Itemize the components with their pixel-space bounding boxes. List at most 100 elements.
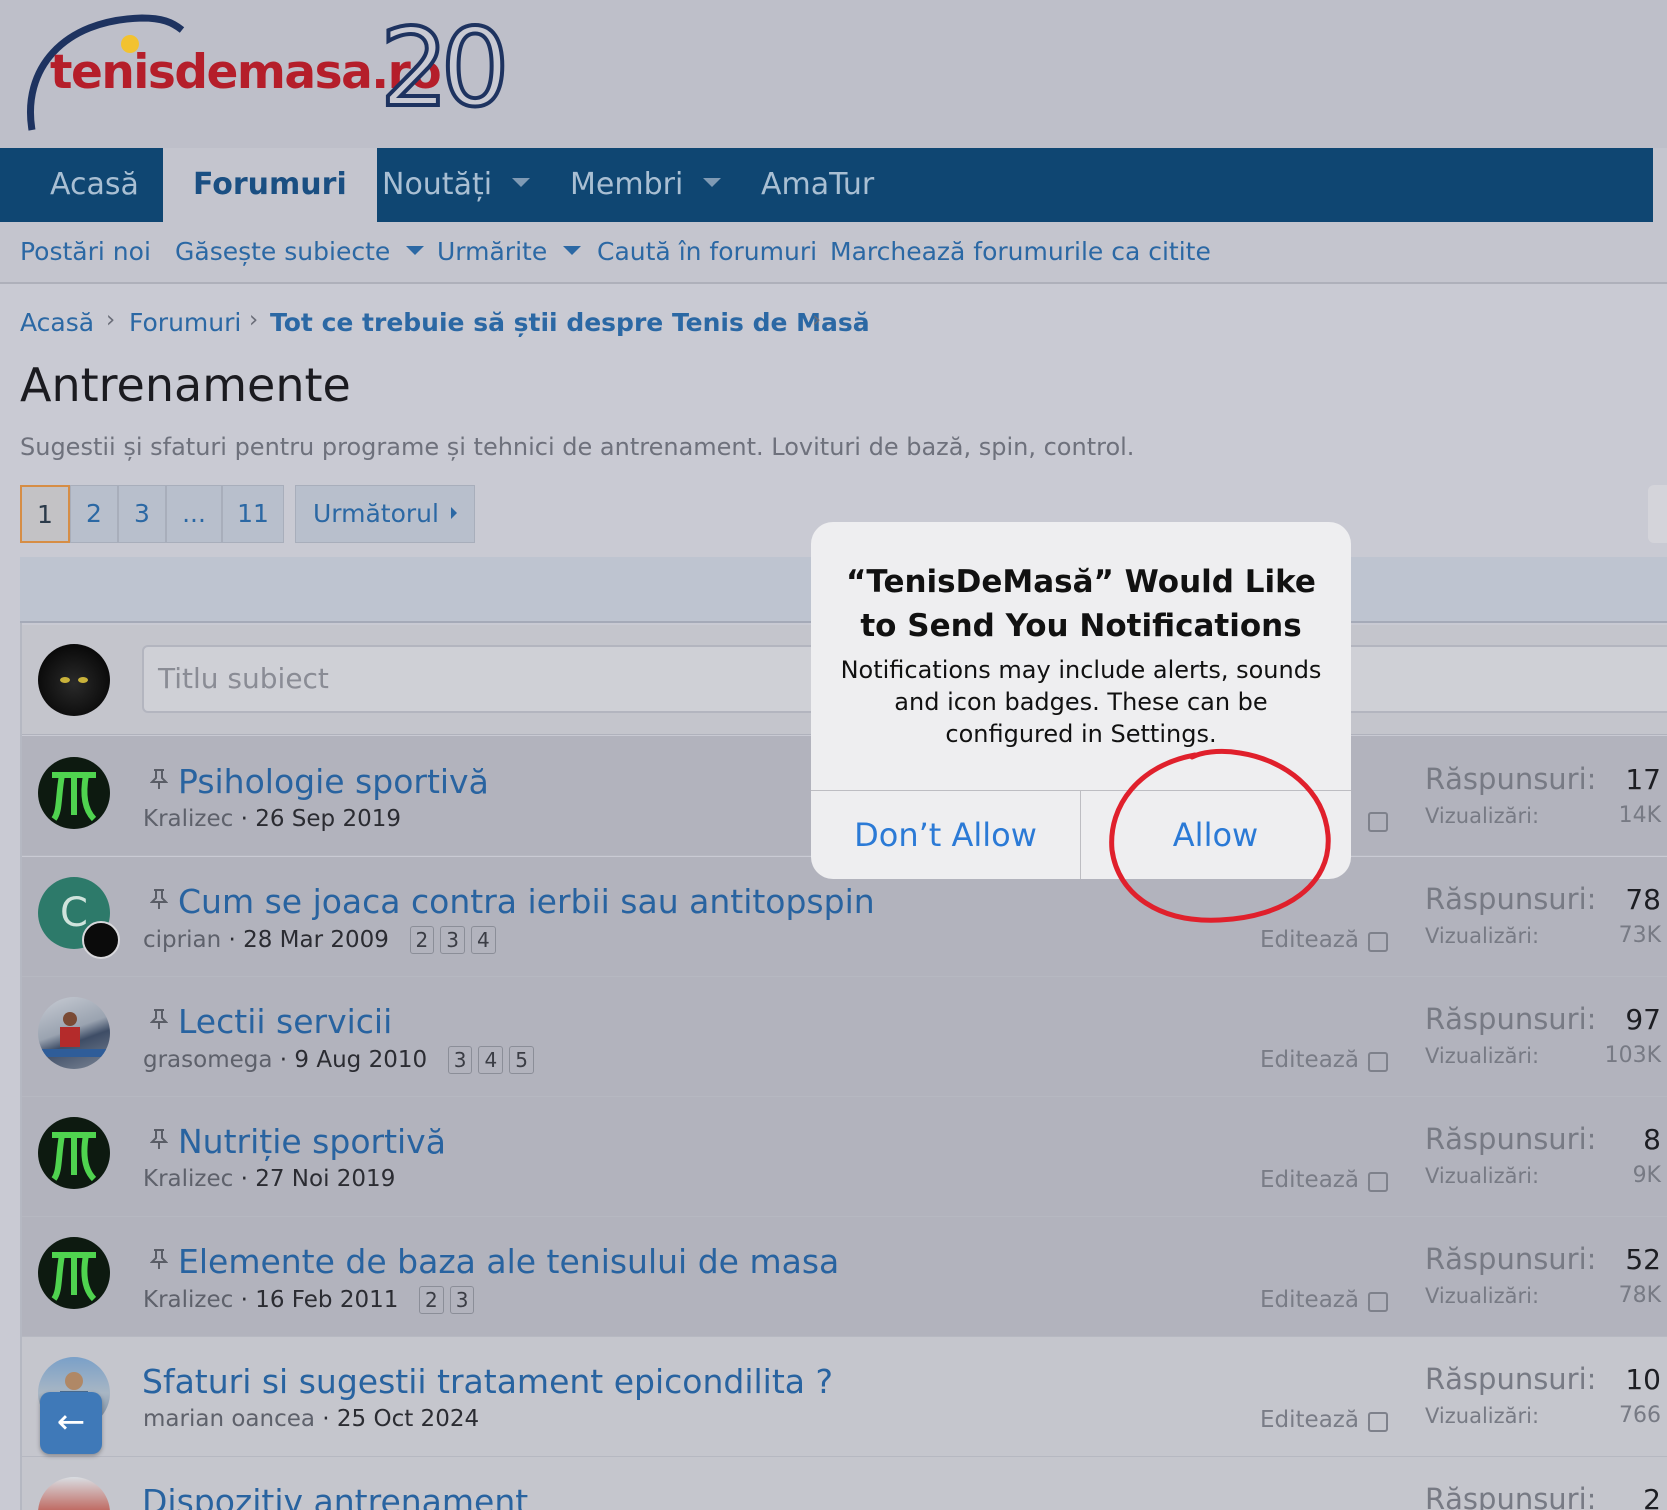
views-count: 73K <box>1618 923 1661 948</box>
thread-meta: marian oancea · 25 Oct 2024 <box>143 1406 480 1432</box>
breadcrumb-category[interactable]: Tot ce trebuie să știi despre Tenis de M… <box>270 308 870 337</box>
thread-page-link[interactable]: 3 <box>440 926 466 954</box>
thread-title-link[interactable]: Cum se joaca contra ierbii sau antitopsp… <box>150 882 875 921</box>
pin-icon <box>150 769 168 789</box>
page-jump-button[interactable] <box>1648 485 1667 543</box>
thread-author[interactable]: Kralizec <box>143 806 233 832</box>
nav-item-acasa[interactable]: Acasă <box>50 148 139 222</box>
avatar[interactable]: C <box>38 877 120 959</box>
avatar[interactable] <box>38 1237 110 1309</box>
subnav-gaseste-subiecte[interactable]: Găsește subiecte <box>175 237 425 266</box>
chevron-down-icon[interactable] <box>703 178 722 187</box>
subnav-urmarite[interactable]: Urmărite <box>437 237 582 266</box>
thread-author[interactable]: Kralizec <box>143 1287 233 1313</box>
next-page-button[interactable]: Următorul <box>295 485 475 543</box>
thread-date[interactable]: 26 Sep 2019 <box>255 806 401 832</box>
ttm-logo-icon <box>51 772 97 822</box>
nav-item-noutati[interactable]: Noutăți <box>382 148 531 222</box>
views-count: 9K <box>1632 1163 1661 1188</box>
chevron-down-icon[interactable] <box>512 178 531 187</box>
subnav-label: Urmărite <box>437 237 548 266</box>
subnav-cauta[interactable]: Caută în forumuri <box>597 237 817 266</box>
thread-meta: grasomega · 9 Aug 2010 345 <box>143 1046 534 1074</box>
thread-title-link[interactable]: Sfaturi si sugestii tratament epicondili… <box>142 1362 833 1401</box>
avatar[interactable] <box>38 1117 110 1189</box>
breadcrumb-forumuri[interactable]: Forumuri <box>129 308 241 337</box>
select-checkbox[interactable] <box>1368 1052 1388 1072</box>
views-label: Vizualizări: <box>1425 924 1540 948</box>
subnav-postari-noi[interactable]: Postări noi <box>20 237 151 266</box>
nav-item-label: Forumuri <box>193 167 347 202</box>
chevron-down-icon[interactable] <box>406 245 425 255</box>
select-checkbox[interactable] <box>1368 1172 1388 1192</box>
notification-permission-dialog: “TenisDeMasă” Would Like to Send You Not… <box>811 522 1351 879</box>
avatar[interactable] <box>38 997 110 1069</box>
edit-link[interactable]: Editează <box>1260 1407 1359 1433</box>
thread-date[interactable]: 25 Oct 2024 <box>337 1406 479 1432</box>
thread-title-text: Elemente de baza ale tenisului de masa <box>178 1242 840 1281</box>
thread-page-link[interactable]: 2 <box>419 1286 444 1314</box>
replies-label: Răspunsuri: <box>1425 882 1597 916</box>
edit-link[interactable]: Editează <box>1260 1047 1359 1073</box>
thread-title-link[interactable]: Psihologie sportivă <box>150 762 489 801</box>
select-checkbox[interactable] <box>1368 932 1388 952</box>
thread-date[interactable]: 9 Aug 2010 <box>294 1047 427 1073</box>
views-label: Vizualizări: <box>1425 1044 1540 1068</box>
avatar[interactable] <box>38 644 110 716</box>
thread-date[interactable]: 16 Feb 2011 <box>255 1287 398 1313</box>
site-logo[interactable]: tenisdemasa.ro 20 <box>22 10 542 135</box>
thread-page-link[interactable]: 3 <box>449 1286 475 1314</box>
thread-title-link[interactable]: Lectii servicii <box>150 1002 392 1041</box>
thread-author[interactable]: grasomega <box>143 1047 272 1073</box>
avatar[interactable] <box>38 757 110 829</box>
dont-allow-button[interactable]: Don’t Allow <box>811 791 1080 879</box>
nav-item-amatur[interactable]: AmaTur <box>761 148 874 222</box>
page-ellipsis-button[interactable]: ... <box>166 485 222 543</box>
views-count: 14K <box>1618 803 1661 828</box>
replies-count: 78 <box>1625 883 1661 916</box>
page-11-button[interactable]: 11 <box>222 485 284 543</box>
nav-item-membri[interactable]: Membri <box>570 148 722 222</box>
thread-date[interactable]: 28 Mar 2009 <box>243 927 389 953</box>
thread-page-link[interactable]: 4 <box>471 926 496 954</box>
logo-number: 20 <box>378 6 511 131</box>
thread-title-link[interactable]: Elemente de baza ale tenisului de masa <box>150 1242 839 1281</box>
views-label: Vizualizări: <box>1425 1284 1540 1308</box>
thread-title-link[interactable]: Dispozitiv antrenament <box>142 1482 528 1510</box>
breadcrumb-acasa[interactable]: Acasă <box>20 308 94 337</box>
select-checkbox[interactable] <box>1368 812 1388 832</box>
replies-count: 10 <box>1625 1363 1661 1396</box>
thread-page-link[interactable]: 2 <box>409 926 435 954</box>
player-photo-icon <box>38 1012 110 1057</box>
main-nav: Acasă Forumuri Noutăți Membri AmaTur <box>0 148 1667 222</box>
thread-title-link[interactable]: Nutriție sportivă <box>150 1122 446 1161</box>
secondary-avatar <box>82 921 120 959</box>
thread-author[interactable]: Kralizec <box>143 1166 233 1192</box>
nav-item-forumuri[interactable]: Forumuri <box>163 148 377 222</box>
select-checkbox[interactable] <box>1368 1412 1388 1432</box>
select-checkbox[interactable] <box>1368 1292 1388 1312</box>
edit-link[interactable]: Editează <box>1260 1167 1359 1193</box>
chevron-down-icon[interactable] <box>563 245 582 255</box>
page-1-button[interactable]: 1 <box>20 485 70 543</box>
replies-label: Răspunsuri: <box>1425 1122 1597 1156</box>
views-label: Vizualizări: <box>1425 1404 1540 1428</box>
subnav-marcheaza[interactable]: Marchează forumurile ca citite <box>830 237 1211 266</box>
thread-page-link[interactable]: 4 <box>478 1046 504 1074</box>
thread-author[interactable]: ciprian <box>143 927 221 953</box>
allow-button[interactable]: Allow <box>1081 791 1350 879</box>
replies-count: 52 <box>1625 1243 1661 1276</box>
views-count: 103K <box>1604 1043 1661 1068</box>
edit-link[interactable]: Editează <box>1260 1287 1359 1313</box>
avatar-letter: C <box>60 890 88 936</box>
subnav-label: Găsește subiecte <box>175 237 391 266</box>
views-count: 766 <box>1619 1403 1661 1428</box>
thread-page-link[interactable]: 3 <box>447 1046 473 1074</box>
back-button[interactable]: ← <box>40 1392 102 1454</box>
page-3-button[interactable]: 3 <box>118 485 166 543</box>
thread-date[interactable]: 27 Noi 2019 <box>255 1166 395 1192</box>
thread-page-link[interactable]: 5 <box>509 1046 534 1074</box>
thread-author[interactable]: marian oancea <box>143 1406 315 1432</box>
edit-link[interactable]: Editează <box>1260 927 1359 953</box>
page-2-button[interactable]: 2 <box>70 485 118 543</box>
